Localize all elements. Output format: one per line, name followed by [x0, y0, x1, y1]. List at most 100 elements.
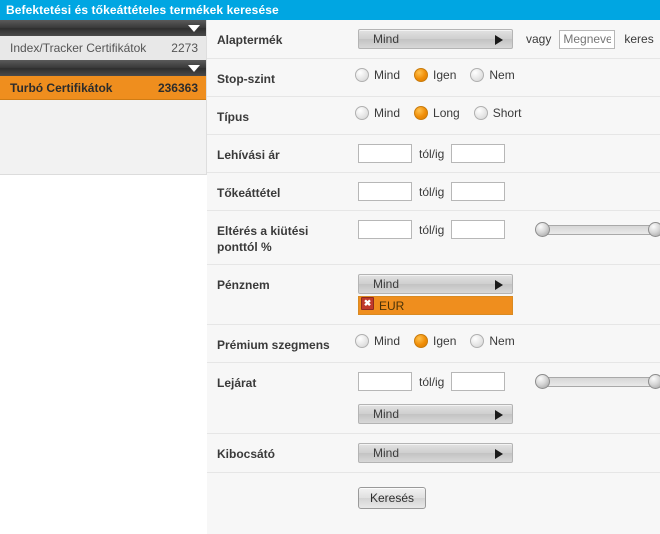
form-row-penznem: Pénznem Mind ✖ EUR — [207, 265, 660, 325]
field-label-stop-szint: Stop-szint — [217, 72, 275, 86]
lehivasi-ar-range-separator: tól/ig — [419, 146, 445, 161]
tokeattetel-from-input[interactable] — [358, 182, 412, 201]
alaptermek-select[interactable]: Mind — [358, 29, 513, 49]
radio-selected-icon — [414, 68, 429, 82]
sidebar-group-header-1[interactable] — [0, 60, 206, 76]
stop-szint-radio-group: Mind Igen Nem — [355, 68, 529, 82]
field-label-alaptermek: Alaptermék — [217, 33, 283, 47]
field-label-penznem: Pénznem — [217, 278, 270, 292]
slider-handle-min[interactable] — [535, 374, 551, 389]
slider-handle-min[interactable] — [535, 222, 551, 237]
sidebar-item-label: Turbó Certifikátok — [10, 80, 113, 95]
radio-label: Nem — [489, 334, 515, 348]
penznem-token-label: EUR — [379, 298, 405, 313]
lejarat-range-separator: tól/ig — [419, 374, 445, 389]
chevron-down-icon — [188, 65, 200, 72]
premium-radio-igen[interactable]: Igen — [414, 334, 456, 348]
tipus-radio-long[interactable]: Long — [414, 106, 460, 120]
chevron-right-icon — [495, 449, 503, 459]
sidebar-item-count: 236363 — [157, 80, 198, 95]
lejarat-range-slider[interactable] — [535, 374, 660, 389]
lehivasi-ar-to-input[interactable] — [451, 144, 506, 163]
slider-handle-max[interactable] — [648, 374, 660, 389]
form-row-tipus: Típus Mind Long Short — [207, 97, 660, 135]
alaptermek-or-label: vagy — [526, 32, 552, 46]
form-row-lejarat: Lejárat tól/ig Mind — [207, 363, 660, 434]
tipus-radio-group: Mind Long Short — [355, 106, 535, 120]
alaptermek-search-label: keres — [624, 32, 654, 46]
radio-label: Mind — [374, 106, 401, 120]
field-label-premium-szegmens: Prémium szegmens — [217, 338, 330, 352]
lejarat-from-input[interactable] — [358, 372, 412, 391]
penznem-selected-tokens: ✖ EUR — [358, 296, 513, 315]
penznem-select-value: Mind — [373, 277, 400, 291]
sidebar-item-label: Index/Tracker Certifikátok — [10, 41, 147, 55]
radio-label: Long — [433, 106, 460, 120]
radio-label: Short — [492, 106, 522, 120]
radio-icon — [470, 68, 485, 82]
kibocsato-select-value: Mind — [373, 446, 400, 460]
stop-szint-radio-nem[interactable]: Nem — [470, 68, 515, 82]
elteres-range-slider[interactable] — [535, 222, 660, 237]
lejarat-select-value: Mind — [373, 407, 400, 421]
premium-radio-nem[interactable]: Nem — [470, 334, 515, 348]
radio-label: Nem — [489, 68, 515, 82]
chevron-right-icon — [495, 35, 503, 45]
radio-label: Igen — [433, 334, 457, 348]
premium-radio-mind[interactable]: Mind — [355, 334, 400, 348]
tokeattetel-range-separator: tól/ig — [419, 184, 445, 199]
form-actions-spacer — [217, 487, 345, 509]
lejarat-to-input[interactable] — [451, 372, 506, 391]
penznem-select[interactable]: Mind — [358, 274, 513, 294]
radio-icon — [355, 106, 369, 120]
slider-handle-max[interactable] — [648, 222, 660, 237]
chevron-right-icon — [495, 280, 503, 290]
form-row-tokeattetel: Tőkeáttétel tól/ig — [207, 173, 660, 211]
radio-label: Mind — [374, 334, 401, 348]
slider-track — [541, 224, 658, 235]
form-row-elteres: Eltérés a kiütési ponttól % tól/ig — [207, 211, 660, 265]
radio-icon — [355, 334, 369, 348]
form-row-alaptermek: Alaptermék Mind vagy keres — [207, 20, 660, 59]
radio-selected-icon — [414, 334, 429, 348]
premium-radio-group: Mind Igen Nem — [355, 334, 529, 348]
form-actions: Keresés — [207, 473, 660, 519]
stop-szint-radio-igen[interactable]: Igen — [414, 68, 456, 82]
tipus-radio-mind[interactable]: Mind — [355, 106, 400, 120]
elteres-from-input[interactable] — [358, 220, 412, 239]
field-label-lehivasi-ar: Lehívási ár — [217, 148, 280, 162]
chevron-right-icon — [495, 410, 503, 420]
radio-label: Igen — [433, 68, 457, 82]
field-label-elteres: Eltérés a kiütési ponttól % — [217, 224, 309, 254]
kibocsato-select[interactable]: Mind — [358, 443, 513, 463]
sidebar-item-turbo-certifikatok[interactable]: Turbó Certifikátok 236363 — [0, 76, 206, 100]
radio-icon — [355, 68, 369, 82]
lehivasi-ar-from-input[interactable] — [358, 144, 412, 163]
tipus-radio-short[interactable]: Short — [473, 106, 522, 120]
alaptermek-select-value: Mind — [373, 32, 400, 46]
sidebar-item-count: 2273 — [171, 41, 198, 55]
alaptermek-name-input[interactable] — [559, 29, 616, 49]
lejarat-select[interactable]: Mind — [358, 404, 513, 424]
radio-icon — [473, 106, 488, 120]
elteres-to-input[interactable] — [451, 220, 506, 239]
search-form: Alaptermék Mind vagy keres Stop-szint Mi… — [207, 20, 660, 534]
field-label-tokeattetel: Tőkeáttétel — [217, 186, 281, 200]
radio-selected-icon — [414, 106, 429, 120]
stop-szint-radio-mind[interactable]: Mind — [355, 68, 400, 82]
window-title-bar: Befektetési és tőkeáttételes termékek ke… — [0, 0, 660, 20]
penznem-token-eur[interactable]: ✖ EUR — [358, 296, 513, 315]
tokeattetel-to-input[interactable] — [451, 182, 506, 201]
sidebar-group-header-0[interactable] — [0, 20, 206, 36]
chevron-down-icon — [188, 25, 200, 32]
remove-icon[interactable]: ✖ — [361, 297, 374, 310]
sidebar: Index/Tracker Certifikátok 2273 Turbó Ce… — [0, 20, 207, 175]
sidebar-item-index-tracker-certifikatok[interactable]: Index/Tracker Certifikátok 2273 — [0, 36, 206, 60]
search-submit-button[interactable]: Keresés — [358, 487, 427, 509]
form-row-lehivasi-ar: Lehívási ár tól/ig — [207, 135, 660, 173]
page-body: Index/Tracker Certifikátok 2273 Turbó Ce… — [0, 20, 660, 534]
form-row-stop-szint: Stop-szint Mind Igen Nem — [207, 59, 660, 97]
field-label-kibocsato: Kibocsátó — [217, 447, 276, 461]
form-row-premium-szegmens: Prémium szegmens Mind Igen Nem — [207, 325, 660, 363]
radio-label: Mind — [374, 68, 401, 82]
